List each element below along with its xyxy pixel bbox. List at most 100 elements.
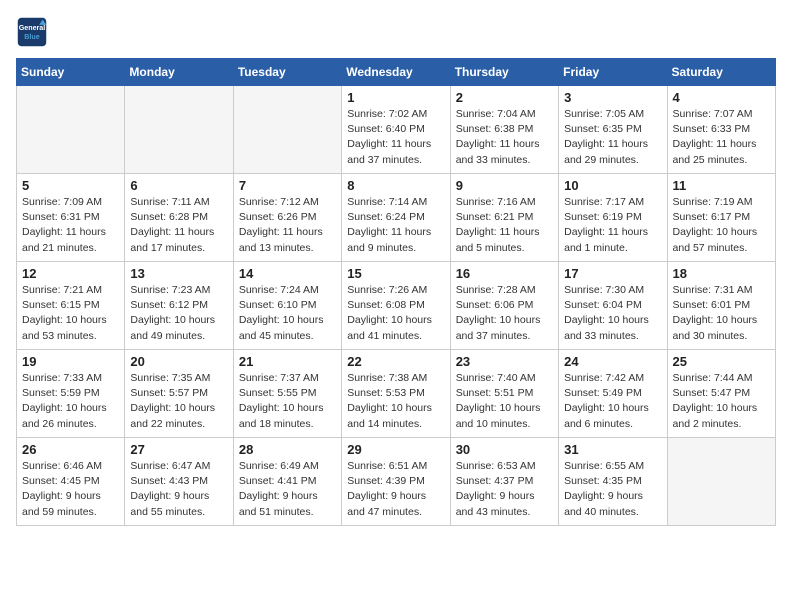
- day-info: Sunrise: 6:51 AM Sunset: 4:39 PM Dayligh…: [347, 459, 444, 520]
- calendar-cell: 10 Sunrise: 7:17 AM Sunset: 6:19 PM Dayli…: [559, 174, 667, 262]
- day-number: 21: [239, 354, 336, 369]
- day-info: Sunrise: 7:23 AM Sunset: 6:12 PM Dayligh…: [130, 283, 227, 344]
- calendar-cell: 7 Sunrise: 7:12 AM Sunset: 6:26 PM Daylig…: [233, 174, 341, 262]
- weekday-header-wednesday: Wednesday: [342, 59, 450, 86]
- weekday-header-row: SundayMondayTuesdayWednesdayThursdayFrid…: [17, 59, 776, 86]
- day-number: 1: [347, 90, 444, 105]
- day-info: Sunrise: 7:31 AM Sunset: 6:01 PM Dayligh…: [673, 283, 770, 344]
- day-number: 22: [347, 354, 444, 369]
- day-number: 30: [456, 442, 553, 457]
- day-number: 3: [564, 90, 661, 105]
- svg-text:General: General: [19, 24, 46, 32]
- calendar-cell: 8Sunrise: 7:14 AM Sunset: 6:24 PM Daylig…: [342, 174, 450, 262]
- day-number: 10: [564, 178, 661, 193]
- calendar-cell: 9Sunrise: 7:16 AM Sunset: 6:21 PM Daylig…: [450, 174, 558, 262]
- calendar-cell: 26 Sunrise: 6:46 AM Sunset: 4:45 PM Dayli…: [17, 438, 125, 526]
- calendar-cell: 5Sunrise: 7:09 AM Sunset: 6:31 PM Daylig…: [17, 174, 125, 262]
- day-number: 6: [130, 178, 227, 193]
- calendar-cell: [233, 86, 341, 174]
- day-number: 7: [239, 178, 336, 193]
- calendar-cell: 30 Sunrise: 6:53 AM Sunset: 4:37 PM Dayli…: [450, 438, 558, 526]
- calendar-cell: 1 Sunrise: 7:02 AM Sunset: 6:40 PM Daylig…: [342, 86, 450, 174]
- weekday-header-saturday: Saturday: [667, 59, 775, 86]
- day-info: Sunrise: 7:33 AM Sunset: 5:59 PM Dayligh…: [22, 371, 119, 432]
- day-number: 9: [456, 178, 553, 193]
- day-number: 15: [347, 266, 444, 281]
- calendar-table: SundayMondayTuesdayWednesdayThursdayFrid…: [16, 58, 776, 526]
- calendar-cell: 11 Sunrise: 7:19 AM Sunset: 6:17 PM Dayli…: [667, 174, 775, 262]
- day-info: Sunrise: 7:30 AM Sunset: 6:04 PM Dayligh…: [564, 283, 661, 344]
- day-info: Sunrise: 7:09 AM Sunset: 6:31 PM Dayligh…: [22, 195, 119, 256]
- day-info: Sunrise: 7:40 AM Sunset: 5:51 PM Dayligh…: [456, 371, 553, 432]
- day-number: 26: [22, 442, 119, 457]
- day-number: 16: [456, 266, 553, 281]
- calendar-cell: 22 Sunrise: 7:38 AM Sunset: 5:53 PM Dayli…: [342, 350, 450, 438]
- week-row-4: 19 Sunrise: 7:33 AM Sunset: 5:59 PM Dayli…: [17, 350, 776, 438]
- day-number: 8: [347, 178, 444, 193]
- day-number: 13: [130, 266, 227, 281]
- day-number: 17: [564, 266, 661, 281]
- day-info: Sunrise: 7:19 AM Sunset: 6:17 PM Dayligh…: [673, 195, 770, 256]
- day-info: Sunrise: 7:44 AM Sunset: 5:47 PM Dayligh…: [673, 371, 770, 432]
- calendar-cell: 12 Sunrise: 7:21 AM Sunset: 6:15 PM Dayli…: [17, 262, 125, 350]
- day-number: 11: [673, 178, 770, 193]
- day-info: Sunrise: 7:17 AM Sunset: 6:19 PM Dayligh…: [564, 195, 661, 256]
- calendar-cell: 21 Sunrise: 7:37 AM Sunset: 5:55 PM Dayli…: [233, 350, 341, 438]
- day-number: 2: [456, 90, 553, 105]
- calendar-cell: 25 Sunrise: 7:44 AM Sunset: 5:47 PM Dayli…: [667, 350, 775, 438]
- weekday-header-monday: Monday: [125, 59, 233, 86]
- day-number: 29: [347, 442, 444, 457]
- day-number: 25: [673, 354, 770, 369]
- day-number: 14: [239, 266, 336, 281]
- day-info: Sunrise: 7:07 AM Sunset: 6:33 PM Dayligh…: [673, 107, 770, 168]
- week-row-1: 1 Sunrise: 7:02 AM Sunset: 6:40 PM Daylig…: [17, 86, 776, 174]
- day-info: Sunrise: 7:11 AM Sunset: 6:28 PM Dayligh…: [130, 195, 227, 256]
- day-info: Sunrise: 7:24 AM Sunset: 6:10 PM Dayligh…: [239, 283, 336, 344]
- day-info: Sunrise: 6:55 AM Sunset: 4:35 PM Dayligh…: [564, 459, 661, 520]
- calendar-cell: 28 Sunrise: 6:49 AM Sunset: 4:41 PM Dayli…: [233, 438, 341, 526]
- weekday-header-thursday: Thursday: [450, 59, 558, 86]
- calendar-cell: 16 Sunrise: 7:28 AM Sunset: 6:06 PM Dayli…: [450, 262, 558, 350]
- calendar-cell: 20 Sunrise: 7:35 AM Sunset: 5:57 PM Dayli…: [125, 350, 233, 438]
- day-info: Sunrise: 7:12 AM Sunset: 6:26 PM Dayligh…: [239, 195, 336, 256]
- calendar-cell: 18Sunrise: 7:31 AM Sunset: 6:01 PM Dayli…: [667, 262, 775, 350]
- weekday-header-friday: Friday: [559, 59, 667, 86]
- day-info: Sunrise: 7:26 AM Sunset: 6:08 PM Dayligh…: [347, 283, 444, 344]
- calendar-cell: 23Sunrise: 7:40 AM Sunset: 5:51 PM Dayli…: [450, 350, 558, 438]
- calendar-cell: 13 Sunrise: 7:23 AM Sunset: 6:12 PM Dayli…: [125, 262, 233, 350]
- day-number: 19: [22, 354, 119, 369]
- logo-icon: General Blue: [16, 16, 48, 48]
- calendar-cell: 19 Sunrise: 7:33 AM Sunset: 5:59 PM Dayli…: [17, 350, 125, 438]
- calendar-cell: 24Sunrise: 7:42 AM Sunset: 5:49 PM Dayli…: [559, 350, 667, 438]
- day-info: Sunrise: 7:04 AM Sunset: 6:38 PM Dayligh…: [456, 107, 553, 168]
- day-number: 28: [239, 442, 336, 457]
- calendar-cell: 3 Sunrise: 7:05 AM Sunset: 6:35 PM Daylig…: [559, 86, 667, 174]
- day-info: Sunrise: 6:53 AM Sunset: 4:37 PM Dayligh…: [456, 459, 553, 520]
- calendar-cell: [667, 438, 775, 526]
- day-number: 24: [564, 354, 661, 369]
- logo: General Blue: [16, 16, 52, 48]
- day-info: Sunrise: 6:49 AM Sunset: 4:41 PM Dayligh…: [239, 459, 336, 520]
- day-info: Sunrise: 7:02 AM Sunset: 6:40 PM Dayligh…: [347, 107, 444, 168]
- day-info: Sunrise: 6:46 AM Sunset: 4:45 PM Dayligh…: [22, 459, 119, 520]
- weekday-header-sunday: Sunday: [17, 59, 125, 86]
- week-row-5: 26 Sunrise: 6:46 AM Sunset: 4:45 PM Dayli…: [17, 438, 776, 526]
- day-number: 27: [130, 442, 227, 457]
- calendar-cell: 29 Sunrise: 6:51 AM Sunset: 4:39 PM Dayli…: [342, 438, 450, 526]
- day-info: Sunrise: 7:05 AM Sunset: 6:35 PM Dayligh…: [564, 107, 661, 168]
- svg-text:Blue: Blue: [24, 33, 39, 41]
- day-number: 20: [130, 354, 227, 369]
- calendar-cell: 27 Sunrise: 6:47 AM Sunset: 4:43 PM Dayli…: [125, 438, 233, 526]
- calendar-cell: [17, 86, 125, 174]
- day-info: Sunrise: 7:28 AM Sunset: 6:06 PM Dayligh…: [456, 283, 553, 344]
- calendar-cell: 31Sunrise: 6:55 AM Sunset: 4:35 PM Dayli…: [559, 438, 667, 526]
- day-info: Sunrise: 7:35 AM Sunset: 5:57 PM Dayligh…: [130, 371, 227, 432]
- calendar-cell: 6 Sunrise: 7:11 AM Sunset: 6:28 PM Daylig…: [125, 174, 233, 262]
- day-info: Sunrise: 7:21 AM Sunset: 6:15 PM Dayligh…: [22, 283, 119, 344]
- day-info: Sunrise: 7:37 AM Sunset: 5:55 PM Dayligh…: [239, 371, 336, 432]
- day-info: Sunrise: 7:38 AM Sunset: 5:53 PM Dayligh…: [347, 371, 444, 432]
- day-info: Sunrise: 6:47 AM Sunset: 4:43 PM Dayligh…: [130, 459, 227, 520]
- calendar-cell: 17 Sunrise: 7:30 AM Sunset: 6:04 PM Dayli…: [559, 262, 667, 350]
- page-header: General Blue: [16, 16, 776, 48]
- day-number: 12: [22, 266, 119, 281]
